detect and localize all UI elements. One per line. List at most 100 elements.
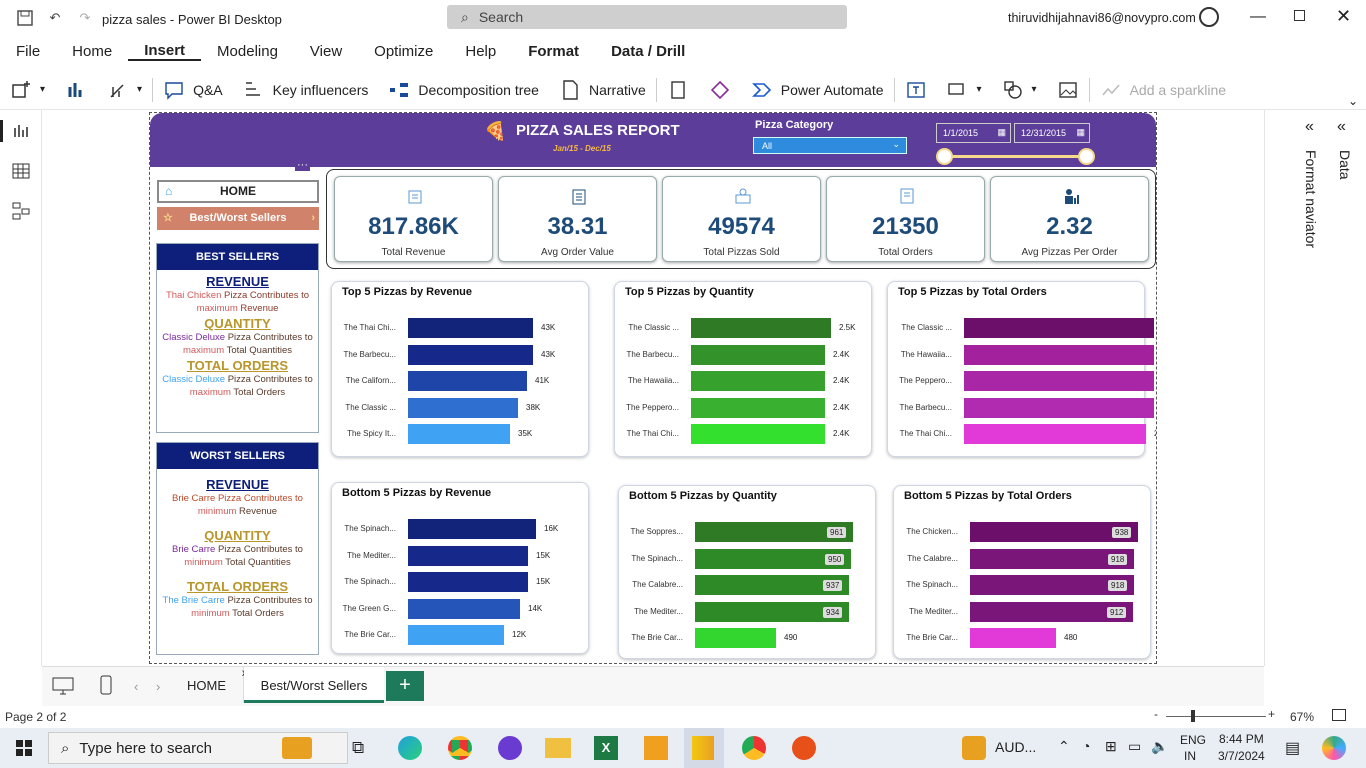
menu-insert[interactable]: Insert xyxy=(128,42,202,61)
key-influencers-button[interactable]: Key influencers xyxy=(233,79,379,101)
add-sparkline-button[interactable]: Add a sparkline xyxy=(1090,79,1237,101)
account-icon[interactable] xyxy=(1199,7,1219,27)
paginated-report-button[interactable] xyxy=(657,79,699,101)
tools-icon[interactable] xyxy=(644,736,668,760)
chart-bottom-orders[interactable]: Bottom 5 Pizzas by Total Orders The Chick… xyxy=(893,485,1151,659)
zoom-out-button[interactable]: - xyxy=(1154,707,1158,721)
bar[interactable] xyxy=(695,628,776,648)
close-button[interactable]: ✕ xyxy=(1336,6,1351,27)
next-page-icon[interactable]: › xyxy=(156,679,160,694)
battery-icon[interactable]: ▭ xyxy=(1128,738,1141,755)
copilot-icon[interactable] xyxy=(1322,736,1346,760)
chart-bottom-quantity[interactable]: Bottom 5 Pizzas by Quantity The Soppres..… xyxy=(618,485,876,659)
tab-home[interactable]: HOMEx xyxy=(170,667,247,703)
zoom-in-button[interactable]: + xyxy=(1268,707,1275,721)
bar[interactable] xyxy=(408,371,527,391)
minimize-button[interactable]: — xyxy=(1250,8,1266,26)
file-explorer-icon[interactable] xyxy=(545,738,571,758)
windows-start-icon[interactable] xyxy=(16,740,32,756)
bar[interactable] xyxy=(408,519,536,539)
bar[interactable] xyxy=(691,397,825,418)
data-pane-tab[interactable]: Data xyxy=(1337,150,1353,180)
bar[interactable] xyxy=(964,344,1154,365)
bar[interactable] xyxy=(408,625,504,645)
menu-modeling[interactable]: Modeling xyxy=(201,43,294,60)
app-icon[interactable] xyxy=(792,736,816,760)
table-view-icon[interactable] xyxy=(12,162,30,180)
more-visuals-button[interactable]: ▾ xyxy=(97,79,152,101)
bar[interactable] xyxy=(408,545,528,566)
bar[interactable] xyxy=(964,318,1154,338)
date-slider-track[interactable] xyxy=(946,155,1086,158)
home-nav-button[interactable]: ⌂ HOME xyxy=(157,180,319,203)
report-view-icon[interactable] xyxy=(12,122,30,140)
more-options-icon[interactable]: ··· xyxy=(295,159,310,171)
chrome-profile-icon[interactable] xyxy=(742,736,766,760)
bar[interactable] xyxy=(691,318,831,338)
bar[interactable] xyxy=(408,397,518,418)
notifications-icon[interactable]: ▤ xyxy=(1285,738,1300,758)
collapse-format-pane-icon[interactable]: « xyxy=(1305,118,1314,136)
tray-chevron-icon[interactable]: ⌃ xyxy=(1058,738,1070,755)
best-worst-nav-button[interactable]: ☆ Best/Worst Sellers › xyxy=(157,207,319,230)
chart-top-quantity[interactable]: Top 5 Pizzas by Quantity The Classic ... 2… xyxy=(614,281,872,457)
bar[interactable] xyxy=(970,628,1056,648)
qa-button[interactable]: Q&A xyxy=(153,79,233,101)
task-view-icon[interactable]: ⧉ xyxy=(352,738,364,758)
collapse-ribbon-icon[interactable]: ⌄ xyxy=(1348,94,1358,108)
date-slider-end-handle[interactable] xyxy=(1078,148,1095,165)
wifi-icon[interactable]: ◔ xyxy=(1082,738,1090,754)
date-from-input[interactable]: 1/1/2015 ▦ xyxy=(936,123,1011,143)
bar[interactable] xyxy=(691,344,825,365)
desktop-view-icon[interactable] xyxy=(52,677,74,695)
narrative-button[interactable]: Narrative xyxy=(549,79,656,101)
bar[interactable] xyxy=(408,598,520,619)
power-automate-button[interactable]: Power Automate xyxy=(741,79,894,101)
date-to-input[interactable]: 12/31/2015 ▦ xyxy=(1014,123,1090,143)
category-dropdown[interactable]: All ⌄ xyxy=(753,137,907,154)
mobile-view-icon[interactable] xyxy=(100,675,112,695)
tab-best-worst[interactable]: Best/Worst Sellers xyxy=(244,667,384,703)
bar[interactable] xyxy=(964,397,1154,418)
bar[interactable] xyxy=(964,424,1146,444)
vpn-icon[interactable] xyxy=(498,736,522,760)
fit-to-page-icon[interactable] xyxy=(1332,709,1346,721)
maximize-button[interactable] xyxy=(1294,10,1305,21)
menu-optimize[interactable]: Optimize xyxy=(358,43,449,60)
power-apps-button[interactable] xyxy=(699,79,741,101)
menu-format[interactable]: Format xyxy=(512,43,595,60)
power-bi-icon[interactable] xyxy=(692,736,714,760)
bar[interactable] xyxy=(408,572,528,592)
date-slider-start-handle[interactable] xyxy=(936,148,953,165)
audio-app-icon[interactable] xyxy=(962,736,986,760)
add-page-button[interactable]: + xyxy=(386,671,424,701)
menu-help[interactable]: Help xyxy=(449,43,512,60)
volume-icon[interactable]: 🔈 xyxy=(1151,738,1168,755)
zoom-slider-handle[interactable] xyxy=(1191,710,1195,722)
chart-bottom-revenue[interactable]: Bottom 5 Pizzas by Revenue The Spinach...… xyxy=(331,482,589,654)
chrome-icon[interactable] xyxy=(448,736,472,760)
shapes-dropdown[interactable]: ▾ xyxy=(992,79,1047,101)
collapse-data-pane-icon[interactable]: « xyxy=(1337,118,1346,136)
model-view-icon[interactable] xyxy=(12,202,30,220)
bar[interactable] xyxy=(964,371,1154,391)
menu-view[interactable]: View xyxy=(294,43,358,60)
save-icon[interactable] xyxy=(15,8,35,28)
bar[interactable] xyxy=(408,318,533,338)
excel-icon[interactable]: X xyxy=(594,736,618,760)
bar[interactable] xyxy=(691,371,825,391)
new-visual-button[interactable]: ▾ xyxy=(0,79,55,101)
network-icon[interactable]: ⊞ xyxy=(1105,738,1117,755)
prev-page-icon[interactable]: ‹ xyxy=(134,679,138,694)
bar[interactable] xyxy=(691,424,825,444)
buttons-dropdown[interactable]: ▾ xyxy=(937,79,992,101)
menu-home[interactable]: Home xyxy=(56,43,128,60)
text-box-button[interactable] xyxy=(55,79,97,101)
bar[interactable] xyxy=(408,344,533,365)
bar[interactable] xyxy=(408,424,510,444)
textbox-button[interactable] xyxy=(895,79,937,101)
search-box[interactable]: ⌕ Search xyxy=(447,5,847,29)
menu-data-drill[interactable]: Data / Drill xyxy=(595,43,701,60)
undo-icon[interactable]: ↶ xyxy=(45,8,65,28)
format-navigator-tab[interactable]: Format naviator xyxy=(1303,150,1319,248)
